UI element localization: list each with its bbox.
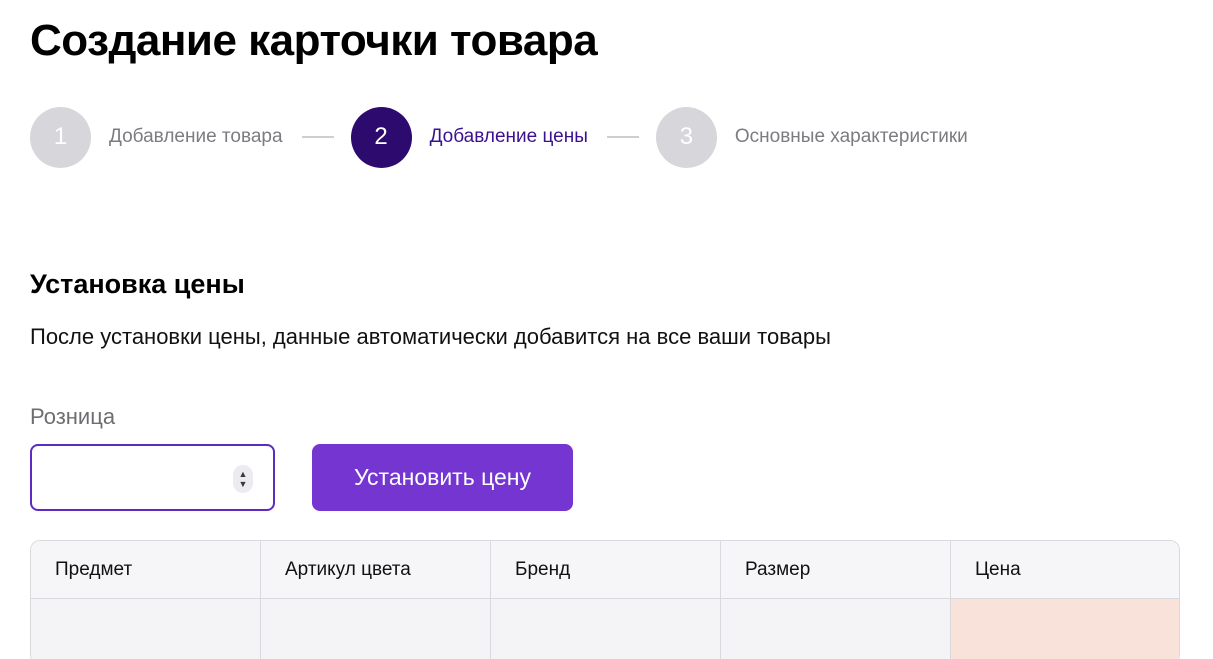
step-divider (301, 136, 334, 138)
step-2[interactable]: 2 Добавление цены (350, 106, 588, 168)
number-stepper[interactable]: ▲ ▼ (233, 465, 253, 493)
table-row (31, 599, 1179, 659)
step-2-number: 2 (350, 106, 412, 168)
cell-color-article (261, 599, 491, 659)
step-1-number: 1 (30, 106, 91, 168)
cell-brand (491, 599, 721, 659)
set-price-button[interactable]: Установить цену (312, 444, 573, 511)
page-title: Создание карточки товара (30, 16, 598, 65)
section-description: После установки цены, данные автоматичес… (30, 324, 831, 349)
step-1-label: Добавление товара (109, 126, 283, 147)
column-header-subject: Предмет (31, 541, 261, 598)
stepper: 1 Добавление товара 2 Добавление цены 3 … (30, 106, 968, 168)
retail-price-label: Розница (30, 404, 116, 429)
column-header-brand: Бренд (491, 541, 721, 598)
cell-size (721, 599, 951, 659)
chevron-up-icon[interactable]: ▲ (239, 469, 248, 479)
step-1[interactable]: 1 Добавление товара (30, 106, 283, 168)
column-header-size: Размер (721, 541, 951, 598)
column-header-price: Цена (975, 558, 1021, 580)
cell-subject (31, 599, 261, 659)
retail-price-input[interactable] (32, 446, 222, 509)
step-3-number: 3 (655, 106, 717, 168)
step-3-label: Основные характеристики (734, 126, 968, 147)
cell-price[interactable] (951, 599, 1179, 659)
section-title: Установка цены (30, 269, 245, 299)
step-3[interactable]: 3 Основные характеристики (655, 106, 968, 168)
retail-price-field[interactable]: ▲ ▼ (30, 444, 275, 511)
step-2-label: Добавление цены (429, 126, 588, 147)
product-card-page: Создание карточки товара 1 Добавление то… (0, 0, 1213, 659)
products-table: Предмет Артикул цвета Бренд Размер Цена (30, 540, 1180, 659)
table-header-row: Предмет Артикул цвета Бренд Размер Цена (31, 541, 1179, 599)
chevron-down-icon[interactable]: ▼ (239, 479, 248, 489)
column-header-color-article: Артикул цвета (261, 541, 491, 598)
step-divider (606, 136, 639, 138)
